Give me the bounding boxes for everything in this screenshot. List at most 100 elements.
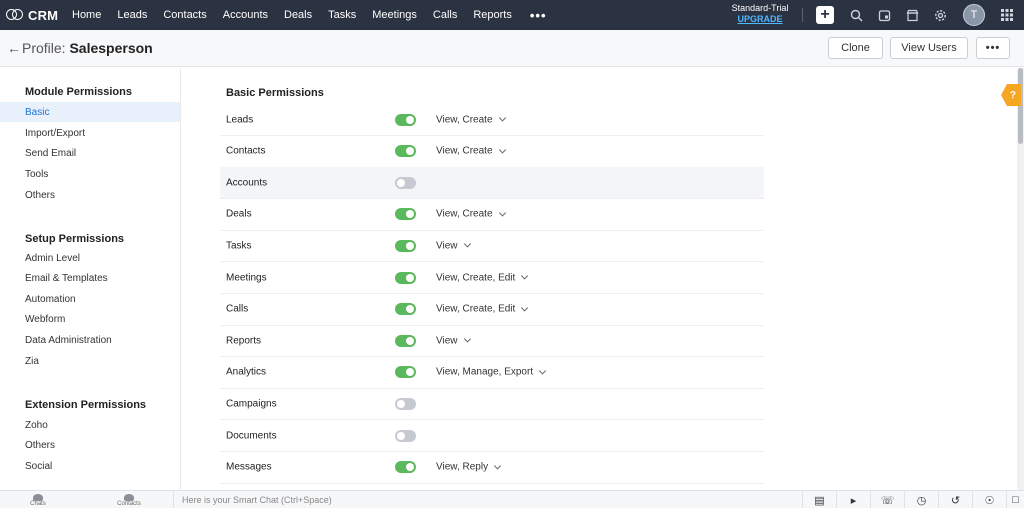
sidebar-item-tools[interactable]: Tools xyxy=(0,164,180,184)
permission-toggle[interactable] xyxy=(395,145,416,158)
sidebar-item-basic[interactable]: Basic xyxy=(0,102,180,122)
permission-access-dropdown[interactable]: View, Create xyxy=(436,209,506,220)
contacts-button[interactable]: Contacts xyxy=(112,491,146,508)
history-icon[interactable]: ↺ xyxy=(938,491,972,508)
permission-access-dropdown[interactable]: View, Create xyxy=(436,145,506,157)
toggle-knob xyxy=(406,115,414,124)
accessibility-icon[interactable]: ☉ xyxy=(972,491,1006,508)
toggle-knob xyxy=(397,178,405,187)
permission-toggle[interactable] xyxy=(395,397,416,410)
permission-access-dropdown[interactable]: View xyxy=(436,240,471,251)
permission-row-contacts: Contacts View, Create xyxy=(220,136,764,168)
permission-toggle[interactable] xyxy=(395,303,416,316)
permission-access-dropdown[interactable]: View, Reply xyxy=(436,462,502,473)
view-users-button[interactable]: View Users xyxy=(890,37,968,59)
permission-toggle[interactable] xyxy=(395,208,416,221)
permission-toggle[interactable] xyxy=(395,176,416,189)
announcement-icon[interactable]: ▸ xyxy=(836,491,870,508)
permission-row-accounts: Accounts xyxy=(220,167,764,200)
chevron-down-icon xyxy=(521,304,529,312)
sidebar-item-automation[interactable]: Automation xyxy=(0,289,180,309)
nav-tasks[interactable]: Tasks xyxy=(320,0,364,30)
nav-contacts[interactable]: Contacts xyxy=(155,0,214,30)
nav-meetings[interactable]: Meetings xyxy=(364,0,425,30)
nav-deals[interactable]: Deals xyxy=(276,0,320,30)
nav-home[interactable]: Home xyxy=(62,0,109,30)
permission-toggle[interactable] xyxy=(395,334,416,347)
permission-access-value: View, Create xyxy=(436,145,493,157)
permission-access-dropdown[interactable]: View, Create, Edit xyxy=(436,303,529,315)
permission-access-dropdown[interactable]: View, Create xyxy=(436,114,506,125)
toggle-knob xyxy=(406,463,414,472)
permission-name: Contacts xyxy=(226,145,266,157)
nav-more-icon[interactable]: ••• xyxy=(520,0,557,30)
sidebar-item-zoho[interactable]: Zoho xyxy=(0,415,180,435)
sidebar-item-social[interactable]: Social xyxy=(0,456,180,476)
permission-access-value: View, Create xyxy=(436,114,493,125)
chevron-down-icon xyxy=(498,209,506,217)
sidebar-item-admin-level[interactable]: Admin Level xyxy=(0,248,180,268)
permission-toggle[interactable] xyxy=(395,366,416,379)
nav-leads[interactable]: Leads xyxy=(109,0,155,30)
add-icon[interactable]: + xyxy=(816,6,834,24)
permission-toggle[interactable] xyxy=(395,239,416,252)
toggle-knob xyxy=(406,336,414,345)
chats-button[interactable]: Chats xyxy=(22,491,54,508)
sidebar-item-email-templates[interactable]: Email & Templates xyxy=(0,268,180,288)
permission-toggle[interactable] xyxy=(395,461,416,474)
sidebar-item-import-export[interactable]: Import/Export xyxy=(0,123,180,143)
upgrade-link[interactable]: UPGRADE xyxy=(722,14,798,25)
page-header: ← Profile: Salesperson Clone View Users … xyxy=(0,30,1024,67)
permission-toggle[interactable] xyxy=(395,429,416,442)
sidebar-item-others[interactable]: Others xyxy=(0,435,180,455)
permission-access-dropdown[interactable]: View, Manage, Export xyxy=(436,367,547,378)
apps-grid-icon[interactable] xyxy=(998,6,1016,24)
permission-name: Leads xyxy=(226,114,254,125)
screen-share-icon[interactable]: ▤ xyxy=(802,491,836,508)
phone-icon[interactable]: ☏ xyxy=(870,491,904,508)
chevron-down-icon xyxy=(498,146,506,154)
permission-name: Reports xyxy=(226,335,262,347)
chevron-down-icon xyxy=(539,367,547,375)
trial-plan: Standard-Trial xyxy=(731,3,789,13)
permission-name: Analytics xyxy=(226,366,267,378)
nav-calls[interactable]: Calls xyxy=(425,0,465,30)
permission-row-tasks: Tasks View xyxy=(220,230,764,263)
permission-access-dropdown[interactable]: View, Create, Edit xyxy=(436,272,529,283)
nav-reports[interactable]: Reports xyxy=(465,0,520,30)
back-arrow-icon[interactable]: ← xyxy=(7,40,21,56)
permission-name: Meetings xyxy=(226,272,267,283)
permission-access-dropdown[interactable]: View xyxy=(436,335,471,346)
clone-button[interactable]: Clone xyxy=(828,37,883,59)
feedback-icon[interactable]: □ xyxy=(1006,491,1024,508)
gear-icon[interactable] xyxy=(931,6,949,24)
permission-row-documents: Documents xyxy=(220,420,764,452)
more-actions-button[interactable]: ••• xyxy=(976,37,1010,59)
scrollbar[interactable] xyxy=(1017,68,1024,490)
crm-logo[interactable]: CRM xyxy=(0,8,62,23)
sidebar-item-send-email[interactable]: Send Email xyxy=(0,143,180,163)
sidebar-item-webform[interactable]: Webform xyxy=(0,309,180,329)
alarm-icon[interactable]: ◷ xyxy=(904,491,938,508)
trial-badge[interactable]: Standard-Trial UPGRADE xyxy=(722,3,798,25)
search-icon[interactable] xyxy=(847,6,865,24)
sidebar-item-data-administration[interactable]: Data Administration xyxy=(0,330,180,350)
sidebar-item-others[interactable]: Others xyxy=(0,185,180,205)
permission-toggle[interactable] xyxy=(395,271,416,284)
calendar-icon[interactable] xyxy=(875,6,893,24)
crm-logo-icon xyxy=(6,9,24,21)
nav-accounts[interactable]: Accounts xyxy=(215,0,276,30)
toggle-knob xyxy=(406,241,414,250)
toggle-knob xyxy=(406,273,414,282)
user-avatar[interactable]: T xyxy=(963,4,985,26)
smart-chat-input[interactable]: Here is your Smart Chat (Ctrl+Space) xyxy=(173,491,793,508)
toggle-knob xyxy=(406,147,414,156)
sidebar-item-zia[interactable]: Zia xyxy=(0,351,180,371)
permission-access-value: View, Create, Edit xyxy=(436,303,516,315)
permission-toggle[interactable] xyxy=(395,113,416,126)
chats-label: Chats xyxy=(30,501,46,507)
permissions-sidebar: Module Permissions Basic Import/Export Send… xyxy=(0,68,181,490)
scroll-thumb[interactable] xyxy=(1018,68,1023,144)
toggle-knob xyxy=(397,399,405,408)
marketplace-icon[interactable] xyxy=(903,6,921,24)
